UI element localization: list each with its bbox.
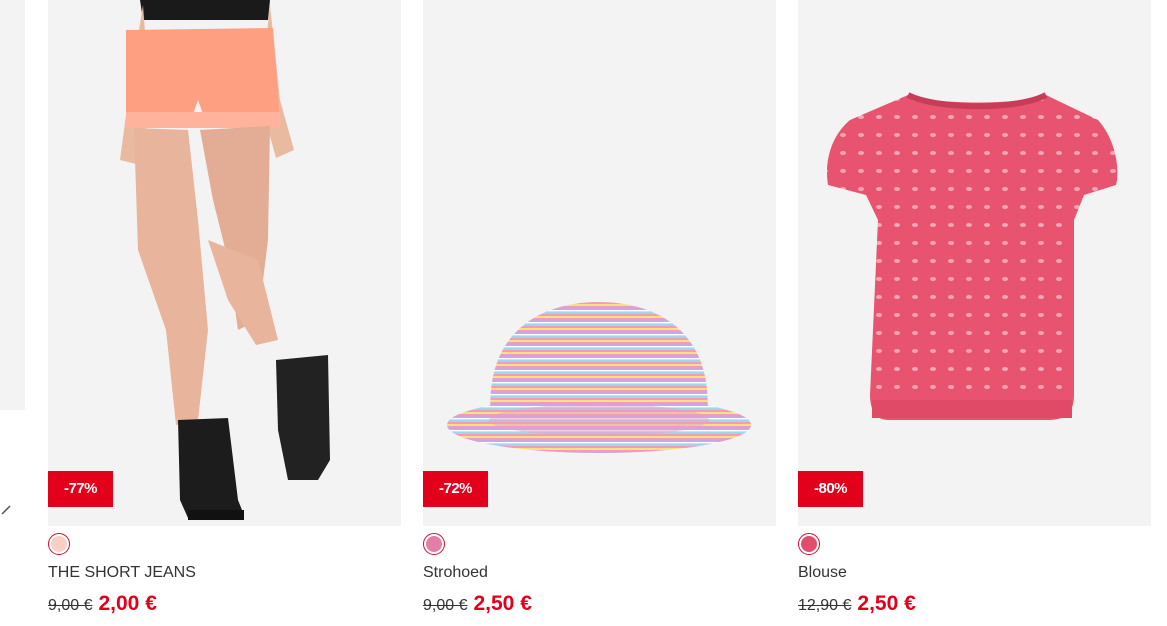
product-name[interactable]: Blouse xyxy=(798,564,847,582)
color-swatch[interactable] xyxy=(423,533,445,555)
product-name[interactable]: THE SHORT JEANS xyxy=(48,564,196,582)
discount-badge: -77% xyxy=(48,471,113,507)
price-row: 9,00 € 2,00 € xyxy=(48,592,157,616)
old-price: 9,00 € xyxy=(48,597,93,614)
product-name[interactable]: Strohoed xyxy=(423,564,488,582)
discount-badge: -80% xyxy=(798,471,863,507)
blouse-image xyxy=(798,0,1151,526)
product-image[interactable] xyxy=(48,0,401,526)
previous-product-card[interactable] xyxy=(0,0,25,410)
chevron-left-icon[interactable] xyxy=(0,500,14,522)
old-price: 9,00 € xyxy=(423,597,468,614)
sale-price: 2,50 € xyxy=(857,592,916,615)
striped-hat-image xyxy=(423,0,776,526)
product-image[interactable] xyxy=(798,0,1151,526)
shorts-image xyxy=(48,0,401,526)
product-image[interactable] xyxy=(423,0,776,526)
price-row: 12,90 € 2,50 € xyxy=(798,592,916,616)
sale-price: 2,50 € xyxy=(473,592,532,615)
old-price: 12,90 € xyxy=(798,597,852,614)
product-card[interactable]: -72% Strohoed 9,00 € 2,50 € xyxy=(423,0,776,626)
product-card[interactable]: -80% Blouse 12,90 € 2,50 € xyxy=(798,0,1151,626)
sale-price: 2,00 € xyxy=(98,592,157,615)
color-swatch[interactable] xyxy=(798,533,820,555)
price-row: 9,00 € 2,50 € xyxy=(423,592,532,616)
color-swatch[interactable] xyxy=(48,533,70,555)
product-card[interactable]: -77% THE SHORT JEANS 9,00 € 2,00 € xyxy=(48,0,401,626)
discount-badge: -72% xyxy=(423,471,488,507)
